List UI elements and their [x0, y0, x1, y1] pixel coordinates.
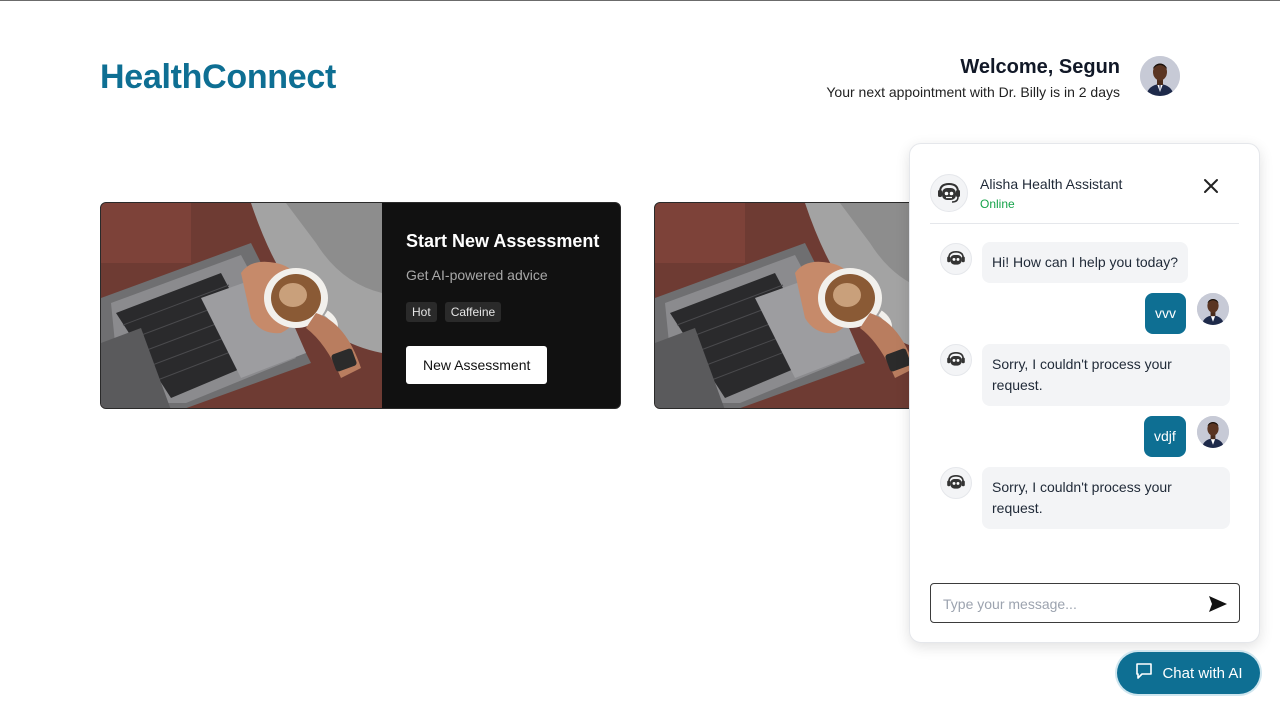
assessment-card: Start New Assessment Get AI-powered advi… [100, 202, 621, 409]
user-avatar [1197, 416, 1229, 448]
robot-icon [940, 243, 972, 275]
send-icon[interactable] [1207, 593, 1229, 615]
chat-panel: Alisha Health Assistant Online Hi! How c… [909, 143, 1260, 643]
app-logo[interactable]: HealthConnect [100, 58, 336, 97]
new-assessment-button[interactable]: New Assessment [406, 346, 548, 384]
laptop-coffee-photo [655, 203, 936, 408]
chat-bubble-icon [1134, 661, 1154, 686]
card-title: Start New Assessment [406, 231, 600, 251]
top-border [0, 0, 1280, 1]
status-online: Online [980, 197, 1015, 211]
tag-caffeine: Caffeine [444, 302, 502, 322]
chat-header: Alisha Health Assistant Online [930, 164, 1239, 224]
appointment-notice: Your next appointment with Dr. Billy is … [826, 84, 1120, 100]
user-avatar[interactable] [1140, 56, 1180, 96]
bot-message: Hi! How can I help you today? [982, 242, 1188, 283]
assistant-name: Alisha Health Assistant [980, 176, 1123, 192]
user-avatar [1197, 293, 1229, 325]
welcome-title: Welcome, Segun [960, 56, 1120, 78]
user-message: vvv [1145, 293, 1186, 334]
assessment-card-body: Start New Assessment Get AI-powered advi… [406, 231, 599, 384]
laptop-coffee-photo [101, 203, 382, 408]
welcome-block: Welcome, Segun Your next appointment wit… [826, 55, 1120, 100]
tag-hot: Hot [406, 302, 437, 322]
tag-list: Hot Caffeine [406, 302, 599, 322]
chat-input-box [930, 583, 1240, 623]
card-description: Get AI-powered advice [406, 267, 548, 283]
bot-message: Sorry, I couldn't process your request. [982, 344, 1230, 406]
robot-icon [940, 344, 972, 376]
chat-message-input[interactable] [943, 593, 1193, 615]
robot-icon [930, 174, 968, 212]
bot-message: Sorry, I couldn't process your request. [982, 467, 1230, 529]
chat-with-ai-label: Chat with AI [1162, 664, 1243, 682]
close-icon[interactable] [1201, 176, 1221, 196]
robot-icon [940, 467, 972, 499]
user-message: vdjf [1144, 416, 1186, 457]
chat-with-ai-button[interactable]: Chat with AI [1117, 652, 1260, 694]
